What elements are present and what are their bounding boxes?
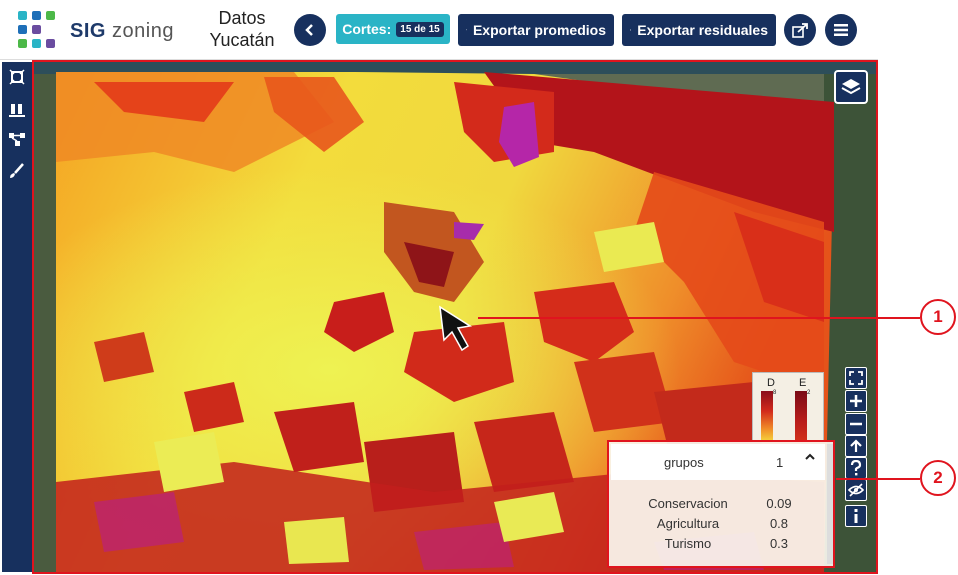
grupo-value: 0.8 [769, 516, 789, 531]
hide-icon [848, 483, 864, 497]
export-promedios-button[interactable]: Exportar promedios [458, 14, 614, 46]
hide-layer-button[interactable] [845, 479, 867, 501]
chart-tool[interactable] [8, 100, 26, 118]
grupos-panel: grupos 1 Conservacion 0.09 Agricultura 0… [607, 440, 835, 568]
legend-ramp-d [761, 391, 773, 441]
cortes-count-badge: 15 de 15 [396, 21, 444, 37]
back-button[interactable] [294, 14, 326, 46]
grupos-key: grupos [664, 455, 704, 470]
title-line-2: Yucatán [209, 30, 275, 50]
export-promedios-label: Exportar promedios [472, 22, 606, 38]
layers-icon [841, 79, 861, 95]
brush-tool[interactable] [8, 162, 26, 180]
zoom-in-icon [850, 395, 862, 407]
zoom-in-button[interactable] [845, 390, 867, 412]
callout-2: 2 [920, 460, 956, 496]
map-legend: D 8 E 2 [752, 372, 824, 442]
north-button[interactable] [845, 435, 867, 457]
legend-ramp-e [795, 391, 807, 441]
select-area-icon [9, 69, 25, 85]
select-area-tool[interactable] [8, 68, 26, 86]
info-button[interactable] [845, 505, 867, 527]
grupo-value: 0.3 [769, 536, 789, 551]
callout-line-2 [836, 478, 920, 480]
logo-text: SIG zoning [70, 20, 174, 42]
legend-sub-d: 8 [773, 390, 777, 396]
grupo-value: 0.09 [766, 496, 792, 511]
chevron-up-icon[interactable] [803, 450, 817, 469]
cortes-button[interactable]: Cortes: 15 de 15 [336, 14, 450, 44]
layers-button[interactable] [834, 70, 868, 104]
left-toolbar [2, 62, 32, 572]
export-residuales-label: Exportar residuales [637, 22, 768, 38]
help-icon [850, 460, 862, 476]
panel-scrollbar[interactable] [827, 444, 833, 564]
grupo-name: Agricultura [656, 516, 720, 531]
grupos-panel-header[interactable]: grupos 1 [611, 444, 825, 480]
north-arrow-icon [850, 439, 862, 452]
grupo-name: Turismo [664, 536, 712, 551]
info-icon [854, 509, 858, 523]
export-residuales-button[interactable]: Exportar residuales [622, 14, 776, 46]
menu-icon [834, 24, 848, 36]
export-icon [630, 29, 632, 31]
grupo-name: Conservacion [648, 496, 728, 511]
legend-label-d: D [767, 377, 775, 389]
dataset-title: Datos Yucatán [196, 7, 288, 51]
cortes-label: Cortes: [342, 21, 392, 37]
callout-line-1 [478, 317, 920, 319]
brush-icon [10, 163, 24, 178]
grupos-value: 1 [776, 455, 784, 470]
legend-label-e: E [799, 377, 807, 389]
legend-sub-e: 2 [807, 390, 811, 396]
network-tool[interactable] [8, 130, 26, 148]
back-icon [305, 24, 313, 36]
zoom-out-button[interactable] [845, 413, 867, 435]
help-button[interactable] [845, 457, 867, 479]
network-icon [9, 133, 25, 146]
share-icon [792, 22, 808, 38]
menu-button[interactable] [825, 14, 857, 46]
bar-chart-icon [9, 104, 25, 117]
sigzoning-logo: SIG zoning [14, 10, 174, 50]
fullscreen-icon [849, 371, 863, 385]
export-icon [466, 29, 467, 31]
fullscreen-button[interactable] [845, 367, 867, 389]
callout-1: 1 [920, 299, 956, 335]
title-line-1: Datos [218, 8, 266, 28]
zoom-out-icon [850, 422, 862, 426]
logo-mark-icon [18, 11, 56, 49]
share-button[interactable] [784, 14, 816, 46]
top-header: SIG zoning Datos Yucatán Cortes: 15 de 1… [0, 0, 878, 60]
